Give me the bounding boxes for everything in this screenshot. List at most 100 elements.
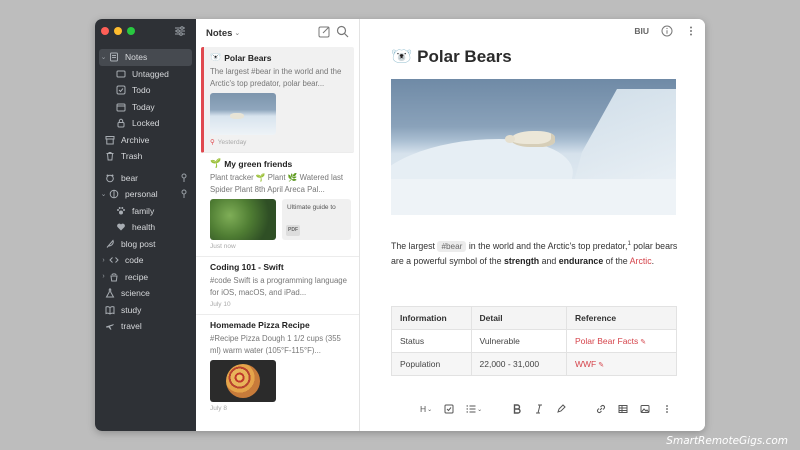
image-icon[interactable] — [640, 404, 650, 414]
close-window-button[interactable] — [101, 27, 109, 35]
sidebar-item-untagged[interactable]: Untagged — [95, 66, 196, 83]
untagged-icon — [115, 68, 127, 80]
arctic-link[interactable]: Arctic — [630, 256, 652, 266]
sidebar-item-personal[interactable]: ⌄ personal — [95, 186, 196, 203]
sidebar-item-code[interactable]: › code — [95, 252, 196, 269]
checkbox-icon[interactable] — [444, 404, 454, 414]
info-table[interactable]: Information Detail Reference Status Vuln… — [391, 306, 678, 376]
flask-icon — [104, 287, 116, 299]
note-paragraph[interactable]: The largest #bear in the world and the A… — [391, 237, 681, 269]
highlighter-icon[interactable] — [556, 404, 566, 414]
pdf-attachment[interactable]: Ultimate guide to PDF — [282, 199, 351, 240]
note-title: Coding 101 - Swift — [210, 262, 284, 272]
pin-icon[interactable] — [180, 173, 188, 183]
sidebar-item-health[interactable]: health — [95, 219, 196, 236]
sidebar-item-label: bear — [121, 172, 139, 183]
heading-button[interactable]: H ⌄ — [420, 404, 432, 414]
list-button[interactable]: ⌄ — [466, 404, 482, 414]
more-vertical-icon[interactable] — [685, 25, 697, 37]
sidebar-item-locked[interactable]: Locked — [95, 115, 196, 132]
sidebar-item-family[interactable]: family — [95, 203, 196, 220]
more-vertical-icon[interactable] — [662, 404, 672, 414]
note-card-pizza[interactable]: Homemade Pizza Recipe #Recipe Pizza Doug… — [196, 315, 359, 418]
pin-icon: ⚲ — [210, 139, 215, 146]
sidebar-item-archive[interactable]: Archive — [95, 132, 196, 149]
sidebar-item-label: health — [132, 222, 156, 233]
compose-icon[interactable] — [318, 25, 331, 38]
maximize-window-button[interactable] — [127, 27, 135, 35]
note-heading[interactable]: 🐻‍❄️ Polar Bears — [391, 47, 512, 67]
bold-icon[interactable] — [512, 404, 522, 414]
edit-icon: ✎ — [640, 339, 647, 346]
sidebar-item-travel[interactable]: travel — [95, 318, 196, 335]
sidebar: ⌄ Notes Untagged Todo Today Locked Archi… — [95, 19, 196, 431]
window-controls — [101, 27, 135, 35]
chevron-down-icon[interactable]: ⌄ — [99, 53, 108, 61]
archive-icon — [104, 134, 116, 146]
bold-text: strength — [503, 255, 540, 266]
bear-tag-icon — [104, 172, 116, 184]
table-header-row: Information Detail Reference — [391, 306, 678, 330]
tag-chip[interactable]: #bear — [437, 240, 467, 252]
table-cell[interactable]: Vulnerable — [470, 329, 567, 353]
editor: BIU 🐻‍❄️ Polar Bears The largest #bear i… — [360, 19, 705, 431]
sidebar-item-label: personal — [125, 189, 158, 200]
chevron-right-icon[interactable]: › — [99, 257, 108, 264]
text-run: The largest — [391, 240, 438, 251]
note-thumbnail — [210, 93, 276, 135]
note-card-green-friends[interactable]: 🌱 My green friends Plant tracker 🌱 Plant… — [196, 153, 359, 257]
sidebar-item-todo[interactable]: Todo — [95, 82, 196, 99]
polar-bear-figure — [505, 131, 555, 147]
reference-link[interactable]: Polar Bear Facts — [575, 336, 638, 346]
sidebar-item-notes[interactable]: ⌄ Notes — [99, 49, 192, 66]
note-date: July 10 — [210, 301, 231, 308]
note-title-text: Polar Bears — [224, 52, 272, 63]
note-snippet: #code Swift is a programming language fo… — [210, 276, 347, 297]
sidebar-item-blog-post[interactable]: blog post — [95, 236, 196, 253]
heart-icon — [115, 221, 127, 233]
table-row: Status Vulnerable Polar Bear Facts ✎ — [391, 329, 678, 353]
note-date: July 8 — [210, 405, 227, 412]
recipe-icon — [108, 271, 120, 283]
chevron-right-icon[interactable]: › — [99, 273, 108, 280]
filter-icon[interactable] — [174, 25, 186, 37]
lock-icon — [115, 117, 127, 129]
sidebar-item-science[interactable]: science — [95, 285, 196, 302]
table-cell[interactable]: Population — [391, 352, 472, 376]
sidebar-item-trash[interactable]: Trash — [95, 148, 196, 165]
pin-icon[interactable] — [180, 189, 188, 199]
table-cell[interactable]: 22,000 - 31,000 — [470, 352, 567, 376]
chevron-down-icon: ⌄ — [477, 406, 483, 413]
minimize-window-button[interactable] — [114, 27, 122, 35]
table-icon[interactable] — [618, 404, 628, 414]
table-cell-link[interactable]: WWF ✎ — [565, 352, 678, 376]
chevron-down-icon[interactable]: ⌄ — [234, 29, 240, 37]
polar-bear-image[interactable] — [391, 79, 676, 215]
chevron-down-icon[interactable]: ⌄ — [99, 190, 108, 198]
search-icon[interactable] — [336, 25, 349, 38]
sidebar-item-label: Archive — [121, 134, 150, 145]
trash-icon — [104, 150, 116, 162]
italic-icon[interactable] — [534, 404, 544, 414]
note-card-coding-swift[interactable]: Coding 101 - Swift #code Swift is a prog… — [196, 257, 359, 315]
heading-label: H — [420, 404, 427, 414]
note-snippet: Plant tracker 🌱 Plant 🌿 Watered last Spi… — [210, 173, 344, 194]
table-cell[interactable]: Status — [391, 329, 472, 353]
note-list-title[interactable]: Notes — [206, 28, 232, 39]
sidebar-item-recipe[interactable]: › recipe — [95, 269, 196, 286]
table-cell-link[interactable]: Polar Bear Facts ✎ — [565, 329, 678, 353]
sidebar-item-label: study — [121, 304, 142, 315]
sidebar-item-bear[interactable]: bear — [95, 170, 196, 187]
reference-link[interactable]: WWF — [575, 359, 596, 369]
app-window: ⌄ Notes Untagged Todo Today Locked Archi… — [95, 19, 705, 431]
watermark: SmartRemoteGigs.com — [666, 435, 788, 447]
info-icon[interactable] — [661, 25, 673, 37]
sidebar-item-today[interactable]: Today — [95, 99, 196, 116]
list-icon — [466, 405, 476, 413]
note-thumbnail — [210, 199, 276, 240]
link-icon[interactable] — [596, 404, 606, 414]
format-button[interactable]: BIU — [634, 26, 649, 36]
sidebar-item-study[interactable]: study — [95, 302, 196, 319]
note-date-text: Yesterday — [217, 138, 247, 146]
note-card-polar-bears[interactable]: 🐻‍❄️ Polar Bears The largest #bear in th… — [201, 47, 354, 153]
